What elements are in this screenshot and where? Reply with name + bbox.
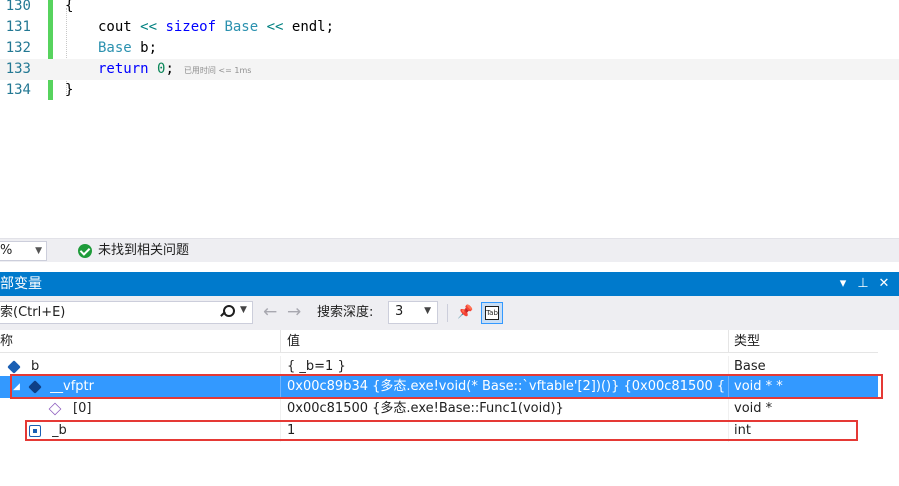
line-number: 132 — [5, 40, 31, 56]
row-name: _b — [52, 423, 67, 438]
row-type: Base — [734, 359, 766, 374]
table-row-selected[interactable]: ◢ __vfptr 0x00c89b34 {多态.exe!void(* Base… — [0, 376, 878, 398]
cell-divider — [280, 420, 281, 442]
row-type: void * — [734, 401, 773, 416]
column-divider[interactable] — [280, 330, 281, 353]
cell-divider — [280, 356, 281, 378]
code-text[interactable]: } — [65, 80, 73, 101]
editor-status-bar: % ▼ 未找到相关问题 — [0, 238, 899, 262]
code-line[interactable]: 132 Base b; — [0, 38, 899, 59]
line-number: 130 — [5, 0, 31, 14]
grid-header: 称 值 类型 — [0, 330, 878, 353]
locals-toolbar: ▼ ← → 搜索深度: 3 ▼ 📌 Tab — [0, 296, 899, 330]
column-divider[interactable] — [728, 330, 729, 353]
code-text[interactable]: { — [65, 0, 73, 17]
search-forward-arrow-icon[interactable]: → — [287, 303, 301, 321]
cell-divider — [728, 376, 729, 398]
cell-divider — [728, 356, 729, 378]
zoom-dropdown[interactable]: % ▼ — [0, 241, 47, 261]
column-header-value[interactable]: 值 — [287, 330, 300, 353]
cell-divider — [728, 420, 729, 442]
column-header-type[interactable]: 类型 — [734, 330, 760, 353]
issues-text: 未找到相关问题 — [98, 243, 190, 258]
locals-window-title-bar[interactable]: 部变量 ▾ ⊥ ✕ — [0, 272, 899, 296]
pin-button[interactable]: ⊥ — [855, 275, 871, 293]
cell-divider — [280, 376, 281, 398]
table-row[interactable]: [0] 0x00c81500 {多态.exe!Base::Func1(void)… — [0, 398, 878, 420]
code-line[interactable]: 131 cout << sizeof Base << endl; — [0, 17, 899, 38]
row-type: void * * — [734, 379, 783, 394]
locals-window-title: 部变量 — [0, 276, 42, 292]
line-number: 134 — [5, 82, 31, 98]
perf-tip[interactable]: 已用时间 <= 1ms — [184, 66, 252, 75]
code-line-current[interactable]: 133 return 0; 已用时间 <= 1ms — [0, 59, 899, 80]
close-button[interactable]: ✕ — [876, 275, 892, 293]
code-text[interactable]: return 0; 已用时间 <= 1ms — [65, 59, 251, 81]
pointer-member-icon — [48, 402, 62, 416]
code-editor[interactable]: 130 { 131 cout << sizeof Base << endl; 1… — [0, 0, 899, 238]
row-value[interactable]: { _b=1 } — [287, 356, 724, 378]
row-value[interactable]: 0x00c81500 {多态.exe!Base::Func1(void)} — [287, 398, 724, 420]
code-line[interactable]: 130 { — [0, 0, 899, 17]
row-name: b — [31, 359, 40, 374]
row-name: [0] — [73, 401, 92, 416]
locals-grid: 称 值 类型 b { _b=1 } Base ◢ __vfptr 0x00c89… — [0, 330, 899, 486]
search-depth-dropdown[interactable]: 3 ▼ — [388, 301, 438, 324]
search-back-arrow-icon[interactable]: ← — [263, 303, 277, 321]
variable-object-icon — [7, 360, 21, 374]
row-value[interactable]: 0x00c89b34 {多态.exe!void(* Base::`vftable… — [287, 376, 724, 398]
table-row[interactable]: b { _b=1 } Base — [0, 356, 878, 378]
zoom-value: % — [0, 243, 13, 258]
line-number: 131 — [5, 19, 31, 35]
window-menu-button[interactable]: ▾ — [835, 275, 851, 293]
code-line[interactable]: 134 } — [0, 80, 899, 101]
pin-column-icon[interactable]: 📌 — [457, 304, 473, 322]
check-circle-icon — [78, 244, 92, 258]
tab-view-toggle[interactable]: Tab — [481, 302, 503, 324]
private-field-icon — [29, 425, 41, 437]
column-header-name[interactable]: 称 — [0, 330, 13, 353]
line-number: 133 — [5, 61, 31, 77]
search-depth-label: 搜索深度: — [317, 305, 374, 320]
search-box[interactable]: ▼ — [0, 301, 253, 324]
code-text[interactable]: cout << sizeof Base << endl; — [65, 17, 334, 38]
chevron-down-icon[interactable]: ▼ — [240, 305, 247, 315]
search-depth-value: 3 — [395, 304, 404, 319]
variable-object-icon — [28, 380, 42, 394]
chevron-down-icon: ▼ — [35, 246, 42, 256]
row-type: int — [734, 423, 751, 438]
expand-arrow-icon[interactable]: ◢ — [13, 376, 20, 398]
toolbar-divider — [447, 304, 448, 322]
tab-icon: Tab — [485, 306, 499, 320]
chevron-down-icon: ▼ — [424, 306, 431, 316]
table-row[interactable]: _b 1 int — [0, 420, 878, 442]
search-input[interactable] — [0, 302, 210, 323]
code-text[interactable]: Base b; — [65, 38, 157, 59]
cell-divider — [728, 398, 729, 420]
search-icon[interactable] — [220, 305, 235, 317]
row-name: __vfptr — [50, 379, 94, 394]
cell-divider — [280, 398, 281, 420]
row-value[interactable]: 1 — [287, 420, 724, 442]
